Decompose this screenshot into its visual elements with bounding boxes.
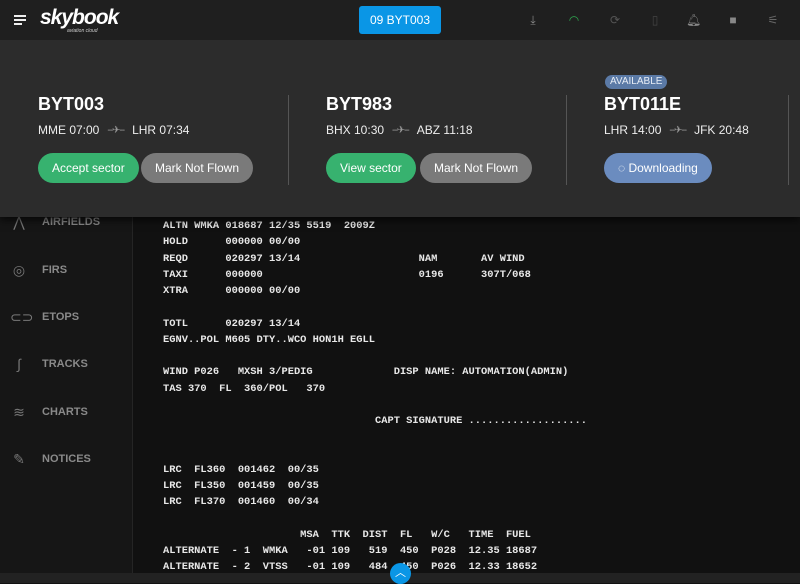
route: BHX 10:30 --✈-- ABZ 11:18 — [326, 123, 473, 137]
document-line: EGNV..POL M605 DTY..WCO HON1H EGLL — [163, 333, 376, 346]
divider — [788, 95, 789, 185]
document-line: LRC FL370 001460 00/34 — [163, 496, 319, 509]
wind-icon: ≋ — [13, 404, 25, 420]
camera-icon[interactable]: ■ — [726, 13, 740, 27]
document-line: ALTN WMKA 018687 12/35 5519 2009Z — [163, 220, 376, 232]
divider — [288, 95, 289, 185]
bell-icon[interactable]: 🔔︎ — [686, 13, 701, 27]
mark-not-flown-button[interactable]: Mark Not Flown — [141, 153, 254, 183]
wifi-icon[interactable]: ◠ — [567, 13, 581, 27]
sidebar-item-notices[interactable]: ✎ NOTICES — [0, 444, 133, 474]
scroll-up-button[interactable]: ︿ — [390, 563, 411, 584]
sidebar-item-label: FIRS — [42, 264, 68, 276]
document-line: MSA TTK DIST FL W/C TIME FUEL — [163, 528, 531, 541]
sidebar-item-label: NOTICES — [42, 453, 91, 465]
accept-sector-button[interactable]: Accept sector — [38, 153, 139, 183]
flight-number: BYT003 — [38, 94, 105, 114]
arrival: JFK 20:48 — [694, 123, 749, 137]
document-line: WIND P026 MXSH 3/PEDIG DISP NAME: AUTOMA… — [163, 366, 569, 379]
flight-plan-document: ALTN WMKA 018687 12/35 5519 2009Z HOLD 00… — [163, 218, 587, 576]
view-sector-button[interactable]: View sector — [326, 153, 416, 183]
sector-panel: BYT003 MME 07:00 --✈-- LHR 07:34 Accept se… — [0, 40, 800, 217]
document-line: LRC FL350 001459 00/35 — [163, 480, 319, 492]
route: LHR 14:00 --✈-- JFK 20:48 — [604, 123, 749, 137]
tracks-icon: ∫ — [17, 356, 21, 372]
document-line: XTRA 000000 00/00 — [163, 285, 301, 297]
plane-icon: --✈-- — [107, 124, 125, 136]
route: MME 07:00 --✈-- LHR 07:34 — [38, 123, 189, 137]
current-flight-button[interactable]: 09 BYT003 — [359, 6, 441, 34]
sync-icon[interactable]: ⟳ — [608, 13, 622, 27]
logo: skybook — [40, 6, 119, 29]
flight-number: BYT983 — [326, 94, 393, 114]
sidebar-item-tracks[interactable]: ∫ TRACKS — [0, 349, 133, 379]
mark-not-flown-button[interactable]: Mark Not Flown — [420, 153, 533, 183]
document-line: ALTERNATE - 1 WMKA -01 109 519 450 P028 … — [163, 545, 538, 557]
sliders-icon[interactable]: ⚟ — [766, 13, 780, 27]
document-line: REQD 020297 13/14 NAM AV WIND — [163, 252, 525, 265]
bookmark-icon[interactable]: ▯ — [648, 13, 662, 27]
plane-icon: --✈-- — [669, 124, 687, 136]
arrival: LHR 07:34 — [132, 123, 190, 137]
document-line: TAXI 000000 0196 307T/068 — [163, 268, 531, 281]
sidebar-item-label: AIRFIELDS — [42, 216, 101, 228]
menu-icon[interactable] — [14, 15, 26, 25]
download-icon[interactable]: ⤓ — [526, 13, 540, 27]
sidebar-item-etops[interactable]: ⊂⊃ ETOPS — [0, 302, 133, 332]
flight-number: BYT011E — [604, 94, 682, 114]
sidebar-item-firs[interactable]: ◎ FIRS — [0, 255, 133, 285]
sidebar-item-label: ETOPS — [42, 311, 80, 323]
plane-icon: --✈-- — [392, 124, 410, 136]
divider — [566, 95, 567, 185]
arrival: ABZ 11:18 — [416, 123, 473, 137]
sidebar-item-label: CHARTS — [42, 406, 88, 418]
departure: BHX 10:30 — [326, 123, 385, 137]
spinner-icon: ◌ — [618, 161, 629, 175]
document-line: LRC FL360 001462 00/35 — [163, 463, 319, 476]
document-line: TAS 370 FL 360/POL 370 — [163, 382, 326, 395]
sidebar-item-charts[interactable]: ≋ CHARTS — [0, 397, 133, 427]
departure: LHR 14:00 — [604, 123, 662, 137]
logo-subtitle: aviation cloud — [67, 28, 98, 34]
top-bar: skybook aviation cloud 09 BYT003 ⤓ ◠ ⟳ ▯ 🔔︎ ■… — [0, 0, 800, 40]
document-line: CAPT SIGNATURE ................... — [163, 415, 588, 427]
firs-icon: ◎ — [12, 262, 26, 278]
button-label: Downloading — [628, 161, 698, 175]
chevron-up-icon: ︿ — [395, 567, 406, 579]
status-badge: AVAILABLE — [605, 75, 668, 89]
departure: MME 07:00 — [38, 123, 100, 137]
sidebar-item-label: TRACKS — [42, 358, 88, 370]
document-line: HOLD 000000 00/00 — [163, 236, 301, 249]
pin-icon: ✎ — [13, 451, 25, 467]
document-line: TOTL 020297 13/14 — [163, 317, 301, 330]
etops-icon: ⊂⊃ — [10, 309, 34, 325]
downloading-button[interactable]: ◌ Downloading — [604, 153, 712, 183]
